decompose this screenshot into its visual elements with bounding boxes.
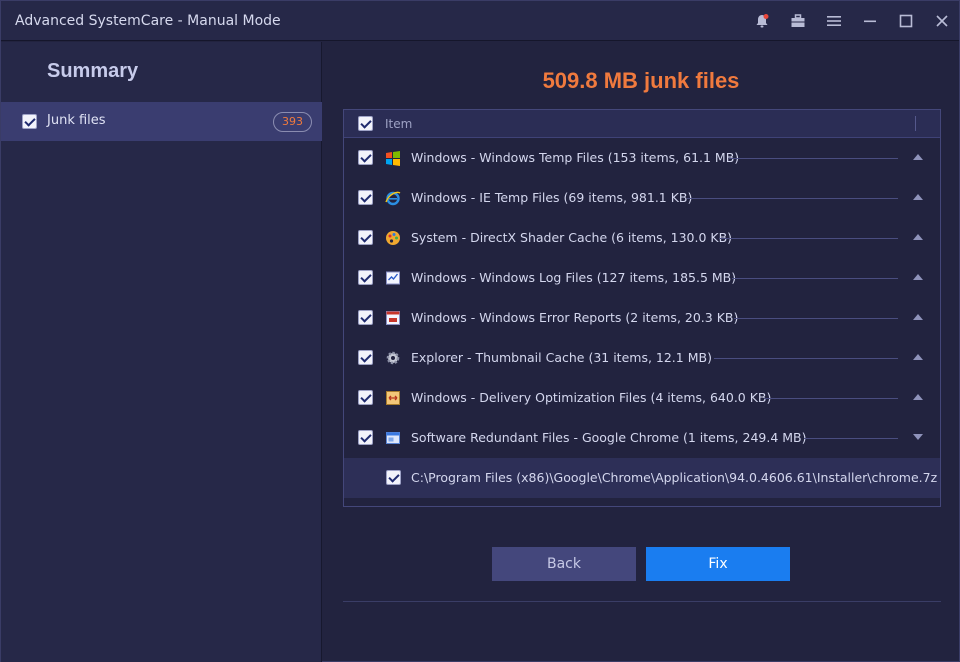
item-checkbox[interactable] [358,310,373,325]
item-checkbox[interactable] [358,190,373,205]
collapse-arrow-icon[interactable] [913,154,923,160]
collapse-arrow-icon[interactable] [913,314,923,320]
list-item[interactable]: Windows - Windows Error Reports (2 items… [344,298,940,338]
item-label: Windows - IE Temp Files (69 items, 981.1… [411,190,693,205]
toolbox-icon[interactable] [788,11,808,31]
error-report-icon [384,309,402,327]
collapse-arrow-icon[interactable] [913,354,923,360]
title-bar: Advanced SystemCare - Manual Mode [1,1,959,41]
item-label: System - DirectX Shader Cache (6 items, … [411,230,733,245]
list-item[interactable]: Windows - IE Temp Files (69 items, 981.1… [344,178,940,218]
palette-icon [384,229,402,247]
row-divider-line [719,238,898,239]
minimize-icon[interactable] [860,11,880,31]
item-checkbox[interactable] [358,230,373,245]
fix-button[interactable]: Fix [646,547,790,581]
item-label: Software Redundant Files - Google Chrome… [411,430,807,445]
app-window: Advanced SystemCare - Manual Mode Summar… [0,0,960,662]
back-button[interactable]: Back [492,547,636,581]
junk-count-badge: 393 [273,112,312,132]
row-divider-line [734,318,898,319]
sidebar-item-label: Junk files [47,113,106,128]
item-checkbox[interactable] [358,390,373,405]
list-item[interactable]: Windows - Windows Temp Files (153 items,… [344,138,940,178]
item-label: Windows - Windows Error Reports (2 items… [411,310,739,325]
list-item[interactable]: Windows - Delivery Optimization Files (4… [344,378,940,418]
windows-flag-icon [384,149,402,167]
delivery-icon [384,389,402,407]
sidebar-title: Summary [47,60,139,82]
list-header: Item [344,110,940,138]
software-window-icon [384,429,402,447]
item-checkbox[interactable] [358,430,373,445]
log-icon [384,269,402,287]
item-label: Windows - Windows Log Files (127 items, … [411,270,737,285]
collapse-arrow-icon[interactable] [913,394,923,400]
bottom-divider [343,601,941,602]
list-item[interactable]: Explorer - Thumbnail Cache (31 items, 12… [344,338,940,378]
list-item[interactable]: Software Redundant Files - Google Chrome… [344,418,940,458]
menu-icon[interactable] [824,11,844,31]
item-checkbox[interactable] [358,350,373,365]
junk-list: Item Windows - Windows Temp Files (153 i… [343,109,941,507]
collapse-arrow-icon[interactable] [913,194,923,200]
row-divider-line [729,158,898,159]
sub-item-path: C:\Program Files (x86)\Google\Chrome\App… [411,470,938,485]
row-divider-line [804,438,898,439]
maximize-icon[interactable] [896,11,916,31]
row-divider-line [714,358,898,359]
row-divider-line [732,278,898,279]
item-label: Windows - Windows Temp Files (153 items,… [411,150,740,165]
sub-item-checkbox[interactable] [386,470,401,485]
column-divider [915,116,916,131]
row-divider-line [764,398,898,399]
list-item[interactable]: System - DirectX Shader Cache (6 items, … [344,218,940,258]
junk-files-checkbox[interactable] [22,114,37,129]
ie-icon [384,189,402,207]
list-item[interactable]: Windows - Windows Log Files (127 items, … [344,258,940,298]
collapse-arrow-icon[interactable] [913,234,923,240]
expand-arrow-icon[interactable] [913,434,923,440]
sidebar: Summary Junk files 393 [1,42,322,662]
close-icon[interactable] [932,11,952,31]
item-label: Explorer - Thumbnail Cache (31 items, 12… [411,350,712,365]
item-checkbox[interactable] [358,150,373,165]
sub-list-item[interactable]: C:\Program Files (x86)\Google\Chrome\App… [344,458,940,498]
junk-size-headline: 509.8 MB junk files [542,68,740,93]
sidebar-item-junk-files[interactable]: Junk files 393 [1,102,322,141]
item-checkbox[interactable] [358,270,373,285]
collapse-arrow-icon[interactable] [913,274,923,280]
select-all-checkbox[interactable] [358,116,373,131]
item-label: Windows - Delivery Optimization Files (4… [411,390,772,405]
list-header-item-label: Item [385,117,413,131]
gear-icon [384,349,402,367]
window-title: Advanced SystemCare - Manual Mode [15,13,281,29]
row-divider-line [687,198,898,199]
notification-icon[interactable] [752,11,772,31]
main-panel: 509.8 MB junk files Item Windows - Windo… [323,42,959,662]
